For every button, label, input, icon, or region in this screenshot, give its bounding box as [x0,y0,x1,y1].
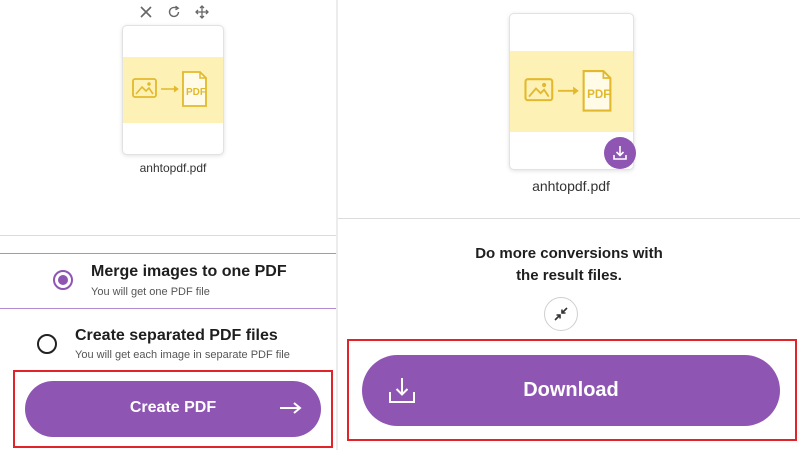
file-toolbar [138,4,210,20]
pdf-thumbnail-text: PDF [186,87,206,98]
more-conversions-text: Do more conversions with the result file… [419,243,719,287]
option-border-top [0,253,336,254]
pdf-thumbnail-text: PDF [587,87,610,100]
rotate-icon[interactable] [166,4,182,20]
result-file-name: anhtopdf.pdf [532,178,610,194]
separate-radio[interactable] [37,334,57,354]
divider [0,235,336,236]
merge-option-subtitle: You will get one PDF file [91,286,210,298]
more-conversions-line1: Do more conversions with [475,245,663,262]
image-to-pdf-icon: PDF [510,51,633,132]
merge-radio[interactable] [53,270,73,290]
download-icon[interactable] [604,137,636,169]
download-button[interactable]: Download [362,355,780,426]
divider [338,218,800,219]
create-pdf-label: Create PDF [129,399,217,416]
separate-option-title: Create separated PDF files [75,327,278,344]
separate-option[interactable]: Create separated PDF files You will get … [0,322,336,368]
merge-option-title: Merge images to one PDF [91,263,287,280]
download-panel: PDF anhtopdf.pdf Do more conversions wit… [338,0,800,450]
file-thumbnail-card[interactable]: PDF [122,25,224,155]
move-icon[interactable] [194,4,210,20]
arrow-right-icon [280,402,302,414]
file-name: anhtopdf.pdf [139,161,207,175]
create-pdf-panel: PDF anhtopdf.pdf Merge images to one PDF… [0,0,338,450]
more-conversions-line2: the result files. [516,267,622,284]
merge-option[interactable]: Merge images to one PDF You will get one… [0,254,336,308]
separate-option-subtitle: You will get each image in separate PDF … [75,349,290,361]
close-icon[interactable] [138,4,154,20]
image-to-pdf-icon: PDF [123,57,223,123]
collapse-icon[interactable] [544,297,578,331]
download-label: Download [523,379,619,401]
option-border-bottom [0,308,336,309]
create-pdf-button[interactable]: Create PDF [25,381,321,437]
